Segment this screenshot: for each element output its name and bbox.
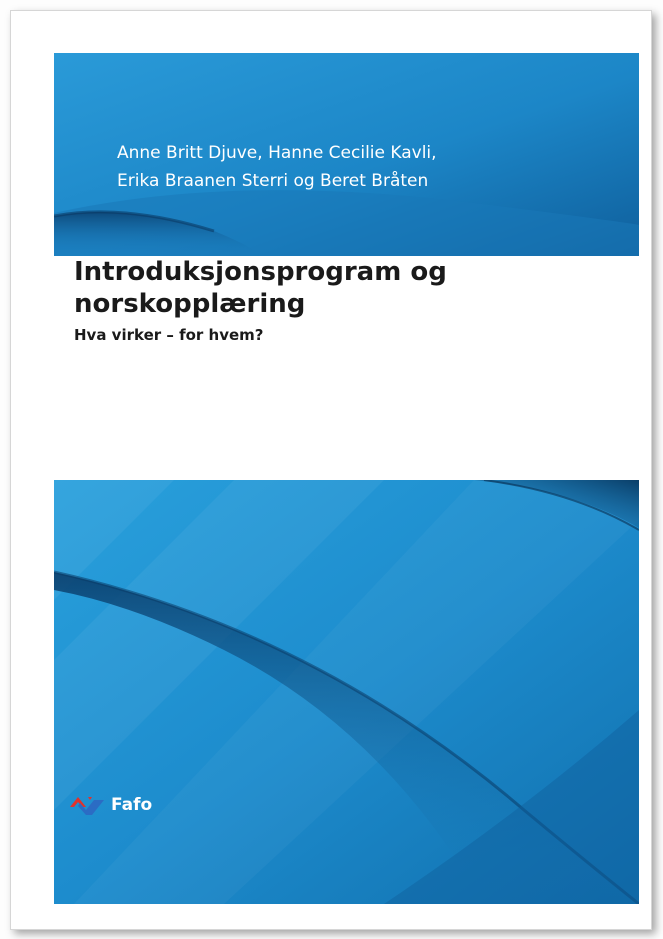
bottom-blue-panel: Fafo (54, 480, 639, 904)
top-blue-panel: Anne Britt Djuve, Hanne Cecilie Kavli, E… (54, 53, 639, 256)
title-line: Introduksjonsprogram og (74, 257, 447, 287)
report-cover: Anne Britt Djuve, Hanne Cecilie Kavli, E… (10, 10, 652, 930)
report-title: Introduksjonsprogram og norskopplæring (74, 256, 447, 320)
report-subtitle: Hva virker – for hvem? (74, 326, 264, 344)
publisher-name: Fafo (111, 795, 153, 815)
fafo-logo: Fafo (68, 793, 152, 817)
authors: Anne Britt Djuve, Hanne Cecilie Kavli, E… (117, 139, 437, 195)
fafo-logo-icon (70, 797, 104, 815)
title-line: norskopplæring (74, 289, 306, 319)
page-background: Anne Britt Djuve, Hanne Cecilie Kavli, E… (0, 0, 663, 939)
authors-line: Erika Braanen Sterri og Beret Bråten (117, 171, 429, 191)
authors-line: Anne Britt Djuve, Hanne Cecilie Kavli, (117, 143, 437, 163)
bottom-panel-graphic (54, 480, 639, 904)
